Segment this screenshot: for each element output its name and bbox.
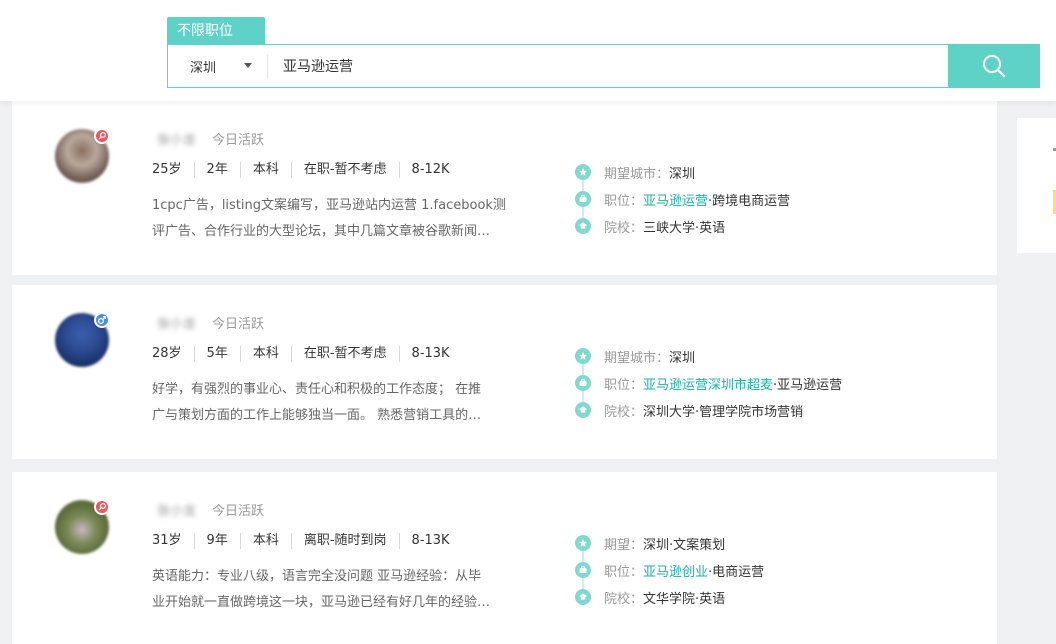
info-row: 31岁 9年 本科 离职-随时到岗 8-13K — [152, 533, 462, 549]
school-icon — [575, 218, 591, 234]
search-header: 不限职位 深圳 — [0, 0, 1056, 101]
search-button[interactable] — [948, 44, 1040, 88]
search-icon — [983, 55, 1006, 78]
male-icon — [94, 312, 110, 328]
age: 31岁 — [152, 533, 182, 548]
description-line: 广与策划方面的工作上能够独当一面。 熟悉营销工具的… — [152, 408, 482, 423]
salary: 8-13K — [398, 346, 462, 362]
age: 28岁 — [152, 346, 182, 361]
star-icon — [575, 535, 591, 551]
city-select[interactable]: 深圳 — [168, 45, 268, 87]
description: 英语能力：专业八级，语言完全没问题 亚马逊经验：从毕 业开始就一直做跨境这一块，… — [152, 564, 522, 616]
meta-value: ·电商运营 — [708, 565, 765, 580]
school: 院校：深圳大学·管理学院市场营销 — [604, 401, 803, 420]
briefcase-icon — [575, 191, 591, 207]
job-position: 职位：亚马逊创业·电商运营 — [604, 561, 764, 580]
side-panel — [1017, 118, 1056, 253]
description-line: 好学，有强烈的事业心、责任心和积极的工作态度； 在推 — [152, 382, 482, 397]
education: 本科 — [239, 162, 291, 178]
description-line: 评广告、合作行业的大型论坛，其中几篇文章被谷歌新闻… — [152, 224, 491, 239]
salary: 8-13K — [398, 533, 462, 549]
description-line: 1cpc广告，listing文案编写，亚马逊站内运营 1.facebook测 — [152, 198, 506, 213]
meta-label: 职位： — [604, 565, 644, 580]
age: 25岁 — [152, 162, 182, 177]
meta-label: 期望城市： — [604, 351, 670, 366]
meta-highlight: 亚马逊运营 — [643, 194, 709, 209]
active-status: 今日活跃 — [212, 504, 265, 519]
meta-value: 深圳 — [669, 167, 696, 182]
meta-label: 期望： — [604, 538, 644, 553]
meta-label: 职位： — [604, 194, 644, 209]
meta-value: 深圳 — [669, 351, 696, 366]
meta-value: 深圳·文案策划 — [643, 538, 726, 553]
active-status: 今日活跃 — [212, 133, 265, 148]
description-line: 业开始就一直做跨境这一块，亚马逊已经有好几年的经验… — [152, 595, 491, 610]
candidate-name[interactable]: 张小龙 — [157, 313, 196, 332]
expected-city: 期望：深圳·文案策划 — [604, 534, 725, 553]
job-status: 在职-暂不考虑 — [290, 162, 399, 178]
chevron-down-icon — [244, 63, 252, 68]
star-icon — [575, 348, 591, 364]
meta-label: 院校： — [604, 221, 644, 236]
meta-timeline — [575, 162, 595, 234]
description: 好学，有强烈的事业心、责任心和积极的工作态度； 在推 广与策划方面的工作上能够独… — [152, 377, 522, 429]
meta-value: ·亚马逊运营 — [773, 378, 843, 393]
avatar[interactable] — [55, 128, 110, 183]
school-icon — [575, 589, 591, 605]
experience: 2年 — [193, 162, 240, 178]
meta-highlight: 亚马逊运营深圳市超麦 — [643, 378, 774, 393]
education: 本科 — [239, 346, 291, 362]
star-icon — [575, 164, 591, 180]
job-status: 离职-随时到岗 — [290, 533, 399, 549]
position-filter-tab[interactable]: 不限职位 — [167, 17, 265, 45]
resume-card[interactable]: 张小龙 今日活跃 28岁 5年 本科 在职-暂不考虑 8-13K 好学，有强烈的… — [12, 285, 997, 459]
female-icon — [94, 128, 110, 144]
resume-card[interactable]: 张小龙 今日活跃 25岁 2年 本科 在职-暂不考虑 8-12K 1cpc广告，… — [12, 101, 997, 275]
avatar[interactable] — [55, 499, 110, 554]
job-status: 在职-暂不考虑 — [290, 346, 399, 362]
briefcase-icon — [575, 375, 591, 391]
experience: 5年 — [193, 346, 240, 362]
briefcase-icon — [575, 562, 591, 578]
meta-label: 期望城市： — [604, 167, 670, 182]
meta-label: 院校： — [604, 592, 644, 607]
city-value: 深圳 — [190, 60, 217, 76]
description: 1cpc广告，listing文案编写，亚马逊站内运营 1.facebook测 评… — [152, 193, 522, 245]
resume-card[interactable]: 张小龙 今日活跃 31岁 9年 本科 离职-随时到岗 8-13K 英语能力：专业… — [12, 472, 997, 644]
job-position: 职位：亚马逊运营·跨境电商运营 — [604, 190, 790, 209]
education: 本科 — [239, 533, 291, 549]
salary: 8-12K — [398, 162, 462, 178]
meta-value: ·跨境电商运营 — [708, 194, 791, 209]
school-icon — [575, 402, 591, 418]
meta-label: 院校： — [604, 405, 644, 420]
description-line: 英语能力：专业八级，语言完全没问题 亚马逊经验：从毕 — [152, 569, 482, 584]
active-status: 今日活跃 — [212, 317, 265, 332]
meta-value: 文华学院·英语 — [643, 592, 726, 607]
meta-value: 深圳大学·管理学院市场营销 — [643, 405, 804, 420]
search-input[interactable] — [273, 45, 943, 87]
meta-timeline — [575, 533, 595, 605]
expected-city: 期望城市：深圳 — [604, 163, 695, 182]
meta-value: 三峡大学·英语 — [643, 221, 726, 236]
search-box: 深圳 — [167, 44, 1040, 88]
expected-city: 期望城市：深圳 — [604, 347, 695, 366]
female-icon — [94, 499, 110, 515]
school: 院校：三峡大学·英语 — [604, 217, 725, 236]
experience: 9年 — [193, 533, 240, 549]
meta-timeline — [575, 346, 595, 418]
info-row: 25岁 2年 本科 在职-暂不考虑 8-12K — [152, 162, 462, 178]
job-position: 职位：亚马逊运营深圳市超麦·亚马逊运营 — [604, 374, 842, 393]
candidate-name[interactable]: 张小龙 — [157, 500, 196, 519]
divider — [267, 55, 268, 79]
meta-highlight: 亚马逊创业 — [643, 565, 709, 580]
info-row: 28岁 5年 本科 在职-暂不考虑 8-13K — [152, 346, 462, 362]
meta-label: 职位： — [604, 378, 644, 393]
avatar[interactable] — [55, 312, 110, 367]
candidate-name[interactable]: 张小龙 — [157, 129, 196, 148]
school: 院校：文华学院·英语 — [604, 588, 725, 607]
